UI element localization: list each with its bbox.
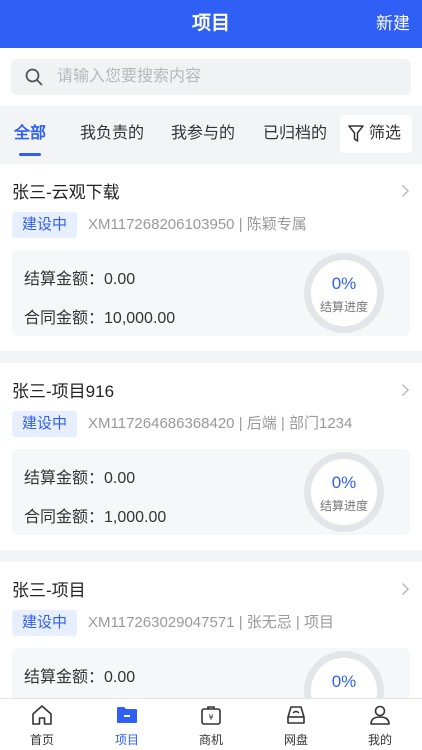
search-input[interactable] — [57, 59, 397, 95]
progress-percent: 0% — [331, 473, 357, 492]
progress-ring: 0% 结算进度 — [304, 253, 384, 333]
filter-label: 筛选 — [369, 125, 402, 142]
project-card[interactable]: 张三-项目916 建设中 XM117264686368420 | 后端 | 部门… — [0, 363, 422, 550]
chevron-right-icon — [401, 383, 410, 397]
amount-panel: 结算金额：0.00 合同金额：1,000.00 0% 结算进度 — [12, 449, 410, 535]
contract-amount: 合同金额：1,000.00 — [24, 509, 167, 526]
nav-projects[interactable]: 项目 — [97, 699, 157, 750]
settled-amount: 结算金额：0.00 — [24, 470, 136, 487]
project-name: 张三-云观下载 — [12, 183, 120, 202]
tab-all[interactable]: 全部 — [14, 106, 46, 162]
amount-panel: 结算金额：0.00 合同金额：10,000.00 0% 结算进度 — [12, 250, 410, 336]
nav-drive[interactable]: 网盘 — [266, 699, 326, 750]
settled-amount: 结算金额：0.00 — [24, 271, 136, 288]
chevron-right-icon — [401, 184, 410, 198]
project-code: XM117263029047571 | 张无忌 | 项目 — [88, 614, 334, 631]
filter-tabs: 全部 我负责的 我参与的 已归档的 筛选 — [0, 106, 422, 164]
progress-percent: 0% — [331, 274, 357, 293]
nav-me[interactable]: 我的 — [350, 699, 410, 750]
briefcase-icon: ¥ — [201, 706, 221, 725]
contract-amount: 合同金额：10,000.00 — [24, 310, 176, 327]
filter-icon — [348, 125, 364, 142]
project-code: XM117264686368420 | 后端 | 部门1234 — [88, 415, 353, 432]
folder-icon — [117, 707, 137, 723]
svg-text:¥: ¥ — [208, 713, 213, 722]
tab-archived[interactable]: 已归档的 — [263, 106, 327, 162]
cloud-drive-icon — [287, 706, 305, 724]
status-badge: 建设中 — [12, 610, 78, 636]
user-icon — [370, 705, 390, 725]
nav-opportunities[interactable]: ¥ 商机 — [181, 699, 241, 750]
home-icon — [32, 705, 52, 725]
progress-percent: 0% — [331, 672, 357, 691]
app-header: 项目 新建 — [0, 0, 422, 48]
filter-button[interactable]: 筛选 — [340, 115, 412, 153]
nav-home[interactable]: 首页 — [12, 699, 72, 750]
tab-responsible[interactable]: 我负责的 — [80, 106, 144, 162]
search-bar — [0, 48, 422, 106]
progress-label: 结算进度 — [319, 499, 368, 513]
status-badge: 建设中 — [12, 212, 78, 238]
search-box[interactable] — [11, 59, 411, 95]
project-name: 张三-项目916 — [12, 382, 115, 401]
bottom-nav: 首页 项目 ¥ 商机 网盘 我的 — [0, 698, 422, 750]
tab-participating[interactable]: 我参与的 — [171, 106, 235, 162]
new-project-button[interactable]: 新建 — [376, 0, 410, 48]
page-title: 项目 — [191, 13, 230, 34]
progress-label: 结算进度 — [319, 300, 368, 314]
settled-amount: 结算金额：0.00 — [24, 669, 136, 686]
project-card[interactable]: 张三-云观下载 建设中 XM117268206103950 | 陈颖专属 结算金… — [0, 164, 422, 351]
project-name: 张三-项目 — [12, 581, 86, 600]
project-code: XM117268206103950 | 陈颖专属 — [88, 216, 307, 233]
progress-ring: 0% 结算进度 — [304, 452, 384, 532]
search-icon — [25, 68, 43, 86]
chevron-right-icon — [401, 582, 410, 596]
status-badge: 建设中 — [12, 411, 78, 437]
